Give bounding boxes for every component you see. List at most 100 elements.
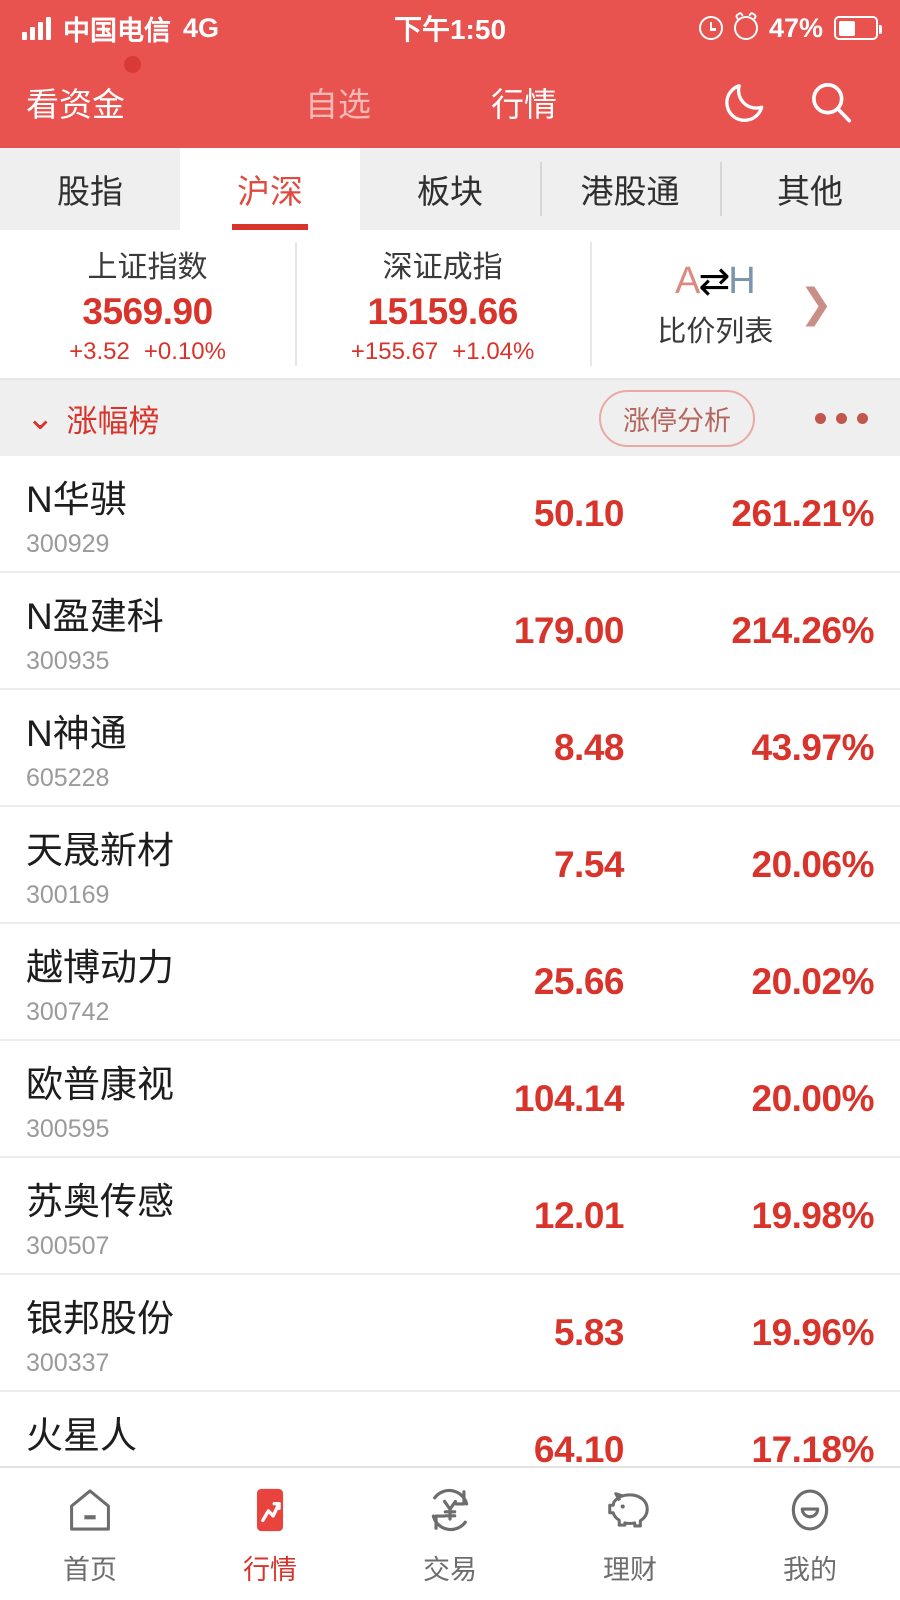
stock-identity: N华骐 300929	[26, 469, 374, 559]
table-row[interactable]: N盈建科 300935 179.00 214.26%	[0, 573, 900, 690]
stock-name: N盈建科	[26, 595, 164, 637]
stock-identity: 天晟新材 300169	[26, 820, 374, 910]
nav-item-home[interactable]: 首页	[0, 1468, 180, 1600]
index-change: +3.52 +0.10%	[69, 338, 226, 366]
market-icon	[256, 1488, 284, 1531]
stock-change-pct: 19.96%	[751, 1311, 875, 1353]
stock-name: 越博动力	[26, 946, 174, 988]
nav-item-market[interactable]: 行情	[180, 1468, 360, 1600]
index-change: +155.67 +1.04%	[351, 338, 535, 366]
table-row[interactable]: 天晟新材 300169 7.54 20.06%	[0, 807, 900, 924]
stock-price: 5.83	[553, 1311, 625, 1353]
tab-gang-gu-tong[interactable]: 港股通	[540, 148, 720, 230]
notification-dot-icon	[124, 56, 141, 73]
stock-price: 7.54	[553, 843, 625, 885]
stock-code: 300929	[26, 529, 110, 558]
status-bar-right: 47%	[698, 11, 882, 44]
stock-name: 天晟新材	[26, 829, 174, 871]
table-row[interactable]: 苏奥传感 300507 12.01 19.98%	[0, 1158, 900, 1275]
chevron-down-icon: ⌄	[26, 399, 55, 437]
index-change-abs: +155.67	[350, 338, 439, 365]
stock-name: 苏奥传感	[26, 1180, 174, 1222]
stock-price: 179.00	[513, 609, 625, 651]
tab-qi-ta[interactable]: 其他	[720, 148, 900, 230]
nav-item-profile[interactable]: 我的	[720, 1468, 900, 1600]
stock-change-pct: 17.18%	[751, 1428, 875, 1470]
funds-label: 看资金	[26, 86, 125, 123]
table-row[interactable]: N华骐 300929 50.10 261.21%	[0, 456, 900, 573]
more-dots-icon	[857, 412, 868, 424]
table-row[interactable]: N神通 605228 8.48 43.97%	[0, 690, 900, 807]
stock-code: 300337	[26, 1348, 110, 1377]
ah-card-content: A ⇄ H 比价列表	[657, 259, 773, 350]
stock-code: 300169	[26, 880, 110, 909]
stock-price: 104.14	[513, 1077, 625, 1119]
stock-change-pct: 20.00%	[751, 1077, 875, 1119]
stock-name: 火星人	[26, 1414, 137, 1456]
network-type-label: 4G	[183, 12, 220, 43]
tab-watchlist[interactable]: 自选	[305, 78, 371, 126]
stock-name: 欧普康视	[26, 1063, 174, 1105]
carrier-label: 中国电信	[63, 15, 171, 46]
table-row[interactable]: 越博动力 300742 25.66 20.02%	[0, 924, 900, 1041]
app-header: 看资金 自选 行情	[0, 56, 900, 148]
more-dots-icon	[815, 412, 826, 424]
stock-code: 300742	[26, 997, 110, 1026]
stock-price: 64.10	[533, 1428, 625, 1470]
alarm-clock-icon	[733, 11, 758, 40]
stock-identity: 欧普康视 300595	[26, 1054, 374, 1144]
limit-up-analysis-button[interactable]: 涨停分析	[599, 389, 755, 447]
stock-code: 300507	[26, 1231, 110, 1260]
list-section-header: ⌄ 涨幅榜 涨停分析	[0, 380, 900, 456]
index-change-pct: +1.04%	[452, 338, 535, 365]
status-bar: 中国电信 4G 下午1:50 47%	[0, 0, 900, 56]
moon-icon	[725, 84, 764, 122]
location-icon	[698, 16, 723, 40]
ah-swap-arrows-icon: ⇄	[698, 260, 731, 303]
profile-icon	[791, 1489, 829, 1530]
section-title-group[interactable]: ⌄ 涨幅榜	[26, 396, 160, 441]
tab-gu-zhi[interactable]: 股指	[0, 148, 180, 230]
nav-label: 行情	[243, 1554, 297, 1585]
nav-label: 我的	[783, 1554, 837, 1585]
nav-label: 交易	[423, 1554, 477, 1585]
index-change-abs: +3.52	[69, 338, 130, 365]
index-name: 深证成指	[382, 251, 503, 284]
night-mode-button[interactable]	[702, 77, 788, 127]
search-button[interactable]	[788, 76, 874, 128]
table-row[interactable]: 银邦股份 300337 5.83 19.96%	[0, 1275, 900, 1392]
app-header-actions	[702, 76, 874, 128]
stock-name: N神通	[26, 712, 127, 754]
stock-code: 300935	[26, 646, 110, 675]
ah-price-list-card[interactable]: A ⇄ H 比价列表 ❯	[590, 230, 900, 378]
chevron-right-icon: ❯	[799, 282, 833, 326]
trade-yuan-icon	[431, 1488, 469, 1531]
table-row[interactable]: 欧普康视 300595 104.14 20.00%	[0, 1041, 900, 1158]
app-header-nav: 自选 行情	[305, 78, 557, 126]
stock-identity: N神通 605228	[26, 703, 374, 793]
stock-name: N华骐	[26, 478, 127, 520]
tab-market[interactable]: 行情	[491, 78, 557, 126]
index-card-shanghai[interactable]: 上证指数 3569.90 +3.52 +0.10%	[0, 230, 295, 378]
tab-ban-kuai[interactable]: 板块	[360, 148, 540, 230]
funds-button[interactable]: 看资金	[26, 56, 141, 126]
home-icon	[70, 1488, 110, 1531]
stock-price: 50.10	[533, 492, 625, 534]
bottom-navigation-bar: 首页 行情 交易 理财 我的	[0, 1466, 900, 1600]
tab-hu-shen[interactable]: 沪深	[180, 148, 360, 230]
signal-bars-icon	[22, 16, 51, 40]
piggy-bank-icon	[608, 1491, 649, 1527]
status-bar-left: 中国电信 4G	[22, 9, 219, 48]
index-name: 上证指数	[87, 251, 208, 284]
stock-code: 300595	[26, 1114, 110, 1143]
search-icon	[812, 83, 852, 123]
nav-item-finance[interactable]: 理财	[540, 1468, 720, 1600]
more-options-button[interactable]	[815, 412, 874, 424]
nav-item-trade[interactable]: 交易	[360, 1468, 540, 1600]
stock-price: 25.66	[533, 960, 625, 1002]
index-value: 3569.90	[82, 291, 213, 332]
nav-label: 首页	[63, 1554, 117, 1585]
stock-list: N华骐 300929 50.10 261.21% N盈建科 300935 179…	[0, 456, 900, 1509]
stock-code: 605228	[26, 763, 110, 792]
index-card-shenzhen[interactable]: 深证成指 15159.66 +155.67 +1.04%	[295, 230, 590, 378]
